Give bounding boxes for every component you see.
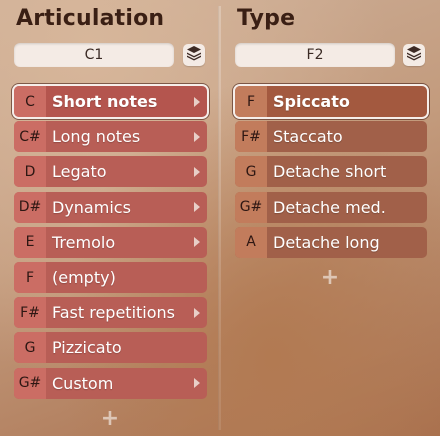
type-row[interactable]: F Spiccato: [235, 86, 427, 117]
row-key-label: F#: [14, 297, 46, 329]
row-key-label: F: [235, 86, 267, 117]
type-title: Type: [237, 6, 296, 31]
articulation-row[interactable]: E Tremolo: [14, 226, 207, 258]
row-label: Detache short: [273, 162, 387, 182]
row-label: Fast repetitions: [52, 303, 176, 323]
row-key-label: F#: [235, 121, 267, 153]
type-row[interactable]: G Detache short: [235, 156, 427, 188]
row-label: Spiccato: [273, 92, 350, 111]
row-label: Detache med.: [273, 197, 386, 217]
articulation-row[interactable]: D# Dynamics: [14, 191, 207, 223]
row-key-label: G#: [235, 191, 267, 223]
articulation-keyswitch-field[interactable]: C1: [14, 43, 174, 67]
type-layers-button[interactable]: [403, 44, 425, 66]
articulation-row[interactable]: F (empty): [14, 262, 207, 293]
chevron-right-icon: [194, 96, 200, 107]
row-key-label: E: [14, 226, 46, 258]
chevron-right-icon: [194, 307, 200, 318]
articulation-row[interactable]: C# Long notes: [14, 121, 207, 153]
row-key-label: C: [14, 86, 46, 117]
row-label: Dynamics: [52, 197, 131, 217]
articulation-row[interactable]: G# Custom: [14, 367, 207, 399]
row-key-label: G: [14, 332, 46, 364]
row-label: Staccato: [273, 127, 343, 147]
row-label: (empty): [52, 268, 116, 287]
row-label: Short notes: [52, 92, 158, 111]
chevron-right-icon: [194, 237, 200, 248]
articulation-row[interactable]: F# Fast repetitions: [14, 297, 207, 329]
add-type-button[interactable]: +: [320, 267, 340, 289]
row-key-label: G#: [14, 367, 46, 399]
articulation-layers-button[interactable]: [183, 44, 205, 66]
row-label: Detache long: [273, 232, 380, 252]
chevron-right-icon: [194, 202, 200, 213]
chevron-right-icon: [194, 166, 200, 177]
articulation-title: Articulation: [16, 6, 165, 31]
articulation-row[interactable]: D Legato: [14, 156, 207, 188]
row-key-label: C#: [14, 121, 46, 153]
row-label: Custom: [52, 373, 114, 393]
row-key-label: G: [235, 156, 267, 188]
type-row[interactable]: G# Detache med.: [235, 191, 427, 223]
layers-icon: [406, 45, 422, 65]
articulation-row[interactable]: G Pizzicato: [14, 332, 207, 364]
type-row[interactable]: F# Staccato: [235, 121, 427, 153]
column-divider: [218, 6, 221, 430]
articulation-row[interactable]: C Short notes: [14, 86, 207, 117]
type-row[interactable]: A Detache long: [235, 226, 427, 258]
row-label: Legato: [52, 162, 107, 182]
row-key-label: D: [14, 156, 46, 188]
chevron-right-icon: [194, 131, 200, 142]
row-label: Tremolo: [52, 232, 116, 252]
row-key-label: F: [14, 262, 46, 293]
chevron-right-icon: [194, 378, 200, 389]
layers-icon: [186, 45, 202, 65]
add-articulation-button[interactable]: +: [100, 408, 120, 430]
row-label: Pizzicato: [52, 338, 122, 358]
type-keyswitch-field[interactable]: F2: [235, 43, 395, 67]
row-key-label: D#: [14, 191, 46, 223]
row-label: Long notes: [52, 127, 141, 147]
row-key-label: A: [235, 226, 267, 258]
